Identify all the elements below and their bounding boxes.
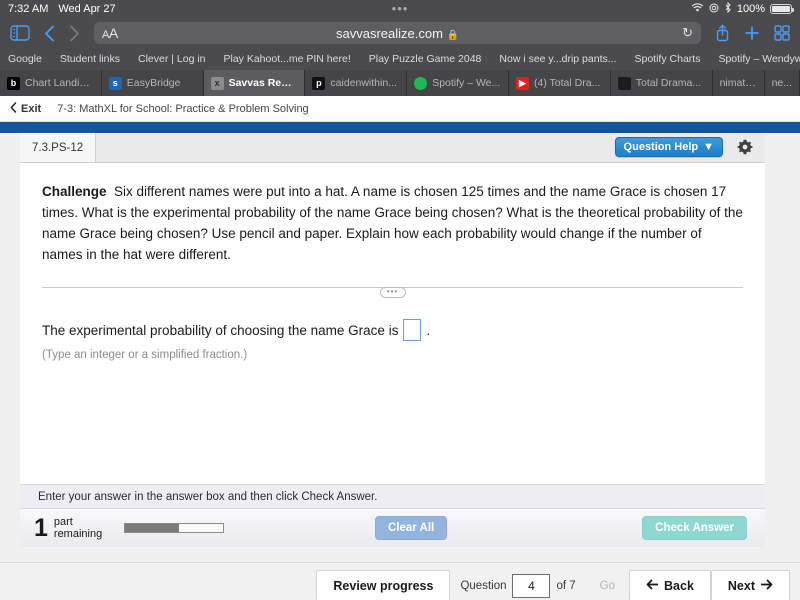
- tab-spotify-web[interactable]: Spotify – We...: [407, 70, 509, 96]
- chevron-down-icon: ▼: [703, 141, 714, 153]
- question-jump-group: Question 4 of 7: [450, 563, 585, 600]
- gear-icon[interactable]: [737, 139, 753, 159]
- tab-label: nimationEp...: [720, 77, 757, 89]
- tab-label: Spotify – We...: [432, 77, 500, 89]
- question-id: 7.3.PS-12: [20, 133, 96, 162]
- tab-label: caidenwithin...: [330, 77, 397, 89]
- new-tab-icon[interactable]: [744, 25, 760, 41]
- lesson-title: 7-3: MathXL for School: Practice & Probl…: [57, 103, 309, 115]
- favicon-icon: p: [312, 77, 325, 90]
- next-label: Next: [728, 579, 755, 593]
- lock-icon: 🔒: [447, 30, 459, 41]
- progress-bar: [124, 523, 224, 533]
- arrow-right-icon: [760, 579, 773, 593]
- tab-total-drama-youtube[interactable]: ▶ (4) Total Dra...: [509, 70, 611, 96]
- question-number-input[interactable]: 4: [512, 574, 550, 598]
- sidebar-icon[interactable]: [10, 25, 30, 41]
- arrow-left-icon: [646, 579, 659, 593]
- bookmark-drip-pants[interactable]: Now i see y...drip pants...: [499, 53, 616, 65]
- bottom-navigation: Review progress Question 4 of 7 Go Back …: [0, 562, 800, 600]
- next-button[interactable]: Next: [711, 570, 790, 600]
- favicon-icon: b: [7, 77, 20, 90]
- question-panel: 7.3.PS-12 Question Help ▼ Challenge Six …: [20, 133, 765, 562]
- check-answer-button[interactable]: Check Answer: [642, 516, 747, 540]
- favicon-icon: s: [109, 77, 122, 90]
- parts-label: part remaining: [54, 516, 102, 540]
- exit-button[interactable]: Exit: [10, 102, 41, 116]
- exit-label: Exit: [21, 103, 41, 115]
- question-footer: 1 part remaining Clear All Check Answer: [20, 509, 765, 547]
- back-icon[interactable]: [44, 25, 55, 42]
- forward-icon[interactable]: [69, 25, 80, 42]
- tab-label: EasyBridge: [127, 77, 181, 89]
- share-icon[interactable]: [715, 24, 730, 42]
- question-header: 7.3.PS-12 Question Help ▼: [20, 133, 765, 163]
- answer-format-hint: (Type an integer or a simplified fractio…: [42, 349, 743, 361]
- bookmarks-bar: Google Student links Clever | Log in Pla…: [0, 48, 800, 70]
- question-statement: Six different names were put into a hat.…: [42, 184, 743, 262]
- question-label: Challenge: [42, 184, 107, 199]
- clear-all-button[interactable]: Clear All: [375, 516, 447, 540]
- back-label: Back: [664, 579, 694, 593]
- tab-easybridge[interactable]: s EasyBridge: [102, 70, 204, 96]
- bottom-nav-spacer: [0, 563, 316, 600]
- answer-prompt-row: The experimental probability of choosing…: [42, 319, 743, 341]
- tab-label: ne...: [772, 77, 792, 89]
- favicon-icon: ▶: [516, 77, 529, 90]
- battery-icon: [770, 4, 792, 14]
- bookmark-spotify-charts[interactable]: Spotify Charts: [635, 53, 701, 65]
- bookmark-google[interactable]: Google: [8, 53, 42, 65]
- tab-chart-landing[interactable]: b Chart Landin...: [0, 70, 102, 96]
- tab-label: Chart Landin...: [25, 77, 94, 89]
- tab-savvas-realize[interactable]: x Savvas Realize: [204, 70, 306, 96]
- chevron-left-icon: [10, 102, 17, 116]
- go-button[interactable]: Go: [586, 563, 629, 600]
- instruction-text: Enter your answer in the answer box and …: [38, 491, 377, 503]
- answer-input[interactable]: [403, 319, 421, 341]
- review-progress-button[interactable]: Review progress: [316, 570, 450, 600]
- answer-prompt-text: The experimental probability of choosing…: [42, 323, 398, 338]
- url-display: savvasrealize.com 🔒: [94, 26, 701, 41]
- status-center-dots: •••: [0, 2, 800, 16]
- bookmark-puzzle-2048[interactable]: Play Puzzle Game 2048: [369, 53, 482, 65]
- answer-prompt-period: .: [426, 323, 430, 338]
- tab-label: (4) Total Dra...: [534, 77, 600, 89]
- question-text: Challenge Six different names were put i…: [42, 181, 743, 265]
- tab-strip: b Chart Landin... s EasyBridge x Savvas …: [0, 70, 800, 96]
- instruction-bar: Enter your answer in the answer box and …: [20, 485, 765, 509]
- bookmark-kahoot[interactable]: Play Kahoot...me PIN here!: [224, 53, 351, 65]
- bookmark-spotify-wendywhaleym[interactable]: Spotify – Wendywhaleym: [718, 53, 800, 65]
- parts-count: 1: [34, 516, 48, 540]
- divider-handle[interactable]: •••: [380, 287, 406, 298]
- tab-animation-ep[interactable]: nimationEp...: [713, 70, 765, 96]
- page-body: 7.3.PS-12 Question Help ▼ Challenge Six …: [0, 133, 800, 562]
- question-jump-label: Question: [460, 580, 506, 592]
- browser-toolbar: AA savvasrealize.com 🔒 ↻: [0, 18, 800, 48]
- back-button[interactable]: Back: [629, 570, 711, 600]
- savvas-header: Exit 7-3: MathXL for School: Practice & …: [0, 96, 800, 122]
- question-total-label: of 7: [556, 580, 575, 592]
- savvas-blue-divider: [0, 122, 800, 133]
- tab-label: Total Drama...: [636, 77, 701, 89]
- favicon-icon: [414, 77, 427, 90]
- question-body: Challenge Six different names were put i…: [20, 163, 765, 485]
- favicon-icon: [618, 77, 631, 90]
- ios-status-bar: 7:32 AM Wed Apr 27 ••• 100%: [0, 0, 800, 18]
- question-help-label: Question Help: [624, 141, 699, 153]
- parts-remaining: 1 part remaining: [34, 516, 102, 540]
- favicon-icon: x: [211, 77, 224, 90]
- tab-total-drama[interactable]: Total Drama...: [611, 70, 713, 96]
- tabs-overview-icon[interactable]: [774, 25, 790, 41]
- bookmark-clever[interactable]: Clever | Log in: [138, 53, 206, 65]
- address-bar[interactable]: AA savvasrealize.com 🔒 ↻: [94, 22, 701, 44]
- section-divider: •••: [42, 287, 743, 297]
- question-help-button[interactable]: Question Help ▼: [615, 137, 723, 157]
- bookmark-student-links[interactable]: Student links: [60, 53, 120, 65]
- tab-label: Savvas Realize: [229, 77, 298, 89]
- tab-overflow[interactable]: ne...: [765, 70, 800, 96]
- tab-caidenwithin[interactable]: p caidenwithin...: [305, 70, 407, 96]
